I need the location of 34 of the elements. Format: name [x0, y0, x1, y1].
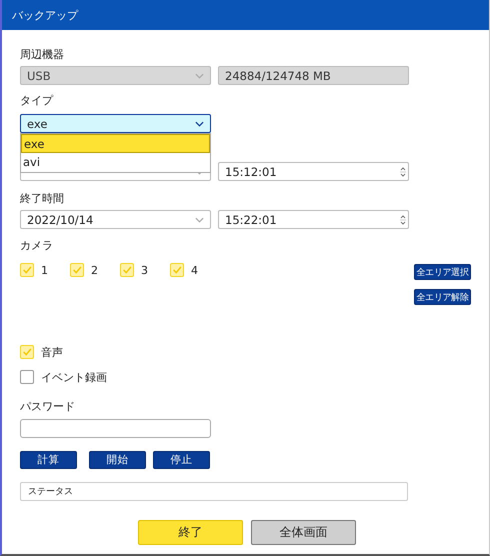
- checkbox-label: 1: [41, 264, 48, 276]
- type-select[interactable]: exe: [20, 114, 211, 133]
- action-button[interactable]: 計算: [20, 451, 77, 469]
- status-field: ステータス: [20, 482, 408, 501]
- checkbox[interactable]: [70, 263, 84, 277]
- checkbox[interactable]: [170, 263, 184, 277]
- footer-button[interactable]: 終了: [138, 520, 243, 545]
- checkbox-label: 音声: [41, 344, 63, 360]
- area-button[interactable]: 全エリア選択: [414, 264, 471, 280]
- footer-button[interactable]: 全体画面: [251, 520, 356, 545]
- field-label: 終了時間: [20, 192, 64, 206]
- action-button[interactable]: 開始: [89, 451, 146, 469]
- time-field[interactable]: 15:22:01: [218, 210, 409, 229]
- area-button[interactable]: 全エリア解除: [414, 289, 471, 305]
- password-field[interactable]: [20, 419, 211, 438]
- time-field[interactable]: 15:12:01: [218, 162, 409, 181]
- field-label: パスワード: [20, 400, 75, 414]
- checkbox[interactable]: [120, 263, 134, 277]
- checkbox-label: 4: [191, 264, 198, 276]
- capacity-readout: 24884/124748 MB: [218, 66, 409, 85]
- checkbox-label: 3: [141, 264, 148, 276]
- checkbox-label: イベント録画: [41, 370, 107, 384]
- action-button[interactable]: 停止: [153, 451, 210, 469]
- checkbox-label: 2: [91, 264, 98, 276]
- field-label: カメラ: [20, 239, 53, 253]
- dropdown-option[interactable]: exe: [21, 134, 210, 153]
- checkbox[interactable]: [20, 345, 34, 359]
- dropdown-option[interactable]: avi: [21, 153, 210, 172]
- date-select[interactable]: 2022/10/14: [20, 210, 211, 229]
- checkbox[interactable]: [20, 263, 34, 277]
- field-label: タイプ: [20, 94, 53, 108]
- window-title: バックアップ: [2, 0, 489, 30]
- checkbox[interactable]: [20, 370, 34, 384]
- field-label: 周辺機器: [20, 48, 64, 62]
